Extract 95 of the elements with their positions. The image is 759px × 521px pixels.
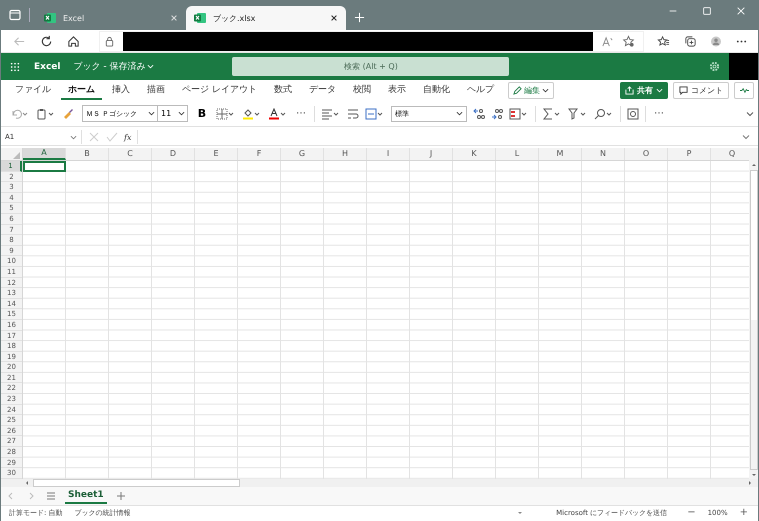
- caret-icon: [178, 110, 185, 117]
- ribbon-tab[interactable]: ヘルプ: [460, 81, 501, 100]
- column-header[interactable]: B: [66, 148, 109, 160]
- column-header[interactable]: D: [152, 148, 195, 160]
- ribbon-tab[interactable]: ファイル: [8, 81, 58, 100]
- caret-icon: [656, 87, 663, 94]
- home-icon[interactable]: [67, 34, 80, 48]
- caret-icon: [147, 63, 154, 70]
- spreadsheet-icon: [44, 12, 56, 24]
- activity-button[interactable]: [734, 82, 754, 99]
- decrease-decimal-icon[interactable]: [491, 108, 503, 120]
- ribbon-tab[interactable]: 数式: [266, 81, 299, 100]
- lock-icon: [104, 36, 115, 46]
- favorites-icon[interactable]: [657, 34, 670, 48]
- spreadsheet-icon: [194, 12, 206, 24]
- column-header[interactable]: F: [238, 148, 281, 160]
- borders-icon[interactable]: [216, 108, 236, 120]
- pencil-icon: [512, 86, 522, 95]
- selected-cell[interactable]: [23, 161, 66, 172]
- column-header[interactable]: N: [582, 148, 625, 160]
- conditional-format-icon[interactable]: [509, 108, 529, 120]
- font-size-select[interactable]: 11: [158, 105, 188, 122]
- sort-filter-icon[interactable]: [568, 108, 588, 120]
- star-add-icon[interactable]: [622, 34, 635, 48]
- pulse-icon: [740, 86, 748, 95]
- ribbon-tab[interactable]: 描画: [140, 81, 172, 100]
- read-aloud-icon[interactable]: [601, 34, 614, 48]
- font-color-icon[interactable]: [268, 108, 288, 120]
- ribbon-tab[interactable]: 挿入: [105, 81, 137, 100]
- format-painter-icon[interactable]: [62, 108, 74, 120]
- column-header[interactable]: M: [539, 148, 582, 160]
- settings-icon[interactable]: [709, 61, 720, 72]
- insert-function-button[interactable]: fx: [124, 132, 132, 142]
- app-name[interactable]: Excel: [34, 62, 60, 72]
- comment-icon: [679, 86, 688, 95]
- ribbon-tab[interactable]: データ: [302, 81, 343, 100]
- align-icon[interactable]: [321, 108, 341, 120]
- column-header[interactable]: C: [109, 148, 152, 160]
- editing-mode-button[interactable]: 編集: [508, 82, 554, 99]
- horizontal-scrollbar[interactable]: [1, 479, 758, 487]
- caret-icon: [148, 110, 155, 117]
- caret-icon: [456, 110, 463, 117]
- add-sheet-icon[interactable]: [114, 490, 127, 502]
- ribbon-tab[interactable]: 校閲: [346, 81, 378, 100]
- ribbon-tab[interactable]: 表示: [380, 81, 413, 100]
- fill-color-icon[interactable]: [242, 108, 262, 120]
- share-button[interactable]: 共有: [620, 82, 668, 99]
- search-field[interactable]: 検索 (Alt + Q): [232, 57, 510, 76]
- browser-tab[interactable]: ブック.xlsx: [186, 6, 346, 30]
- increase-decimal-icon[interactable]: [473, 108, 485, 120]
- column-header[interactable]: H: [324, 148, 367, 160]
- search-icon[interactable]: [594, 108, 614, 120]
- ribbon-tab[interactable]: 自動化: [416, 81, 457, 100]
- more-options-button[interactable]: ⋯: [652, 108, 666, 119]
- column-header[interactable]: O: [625, 148, 668, 160]
- bold-button[interactable]: B: [194, 107, 210, 120]
- cell-grid[interactable]: [23, 161, 749, 479]
- vertical-scrollbar[interactable]: [749, 148, 758, 479]
- ribbon-tab[interactable]: ページ レイアウト: [175, 81, 264, 100]
- column-header[interactable]: G: [281, 148, 324, 160]
- merge-cells-icon[interactable]: [365, 108, 385, 120]
- redacted-area: [729, 53, 758, 80]
- analyze-data-icon[interactable]: [627, 108, 639, 120]
- new-tab-icon[interactable]: [354, 12, 365, 23]
- zoom-out-button[interactable]: −: [687, 506, 696, 518]
- ribbon-tab[interactable]: ホーム: [61, 81, 102, 100]
- expand-formula-bar-icon[interactable]: [742, 133, 750, 141]
- zoom-in-button[interactable]: +: [740, 506, 748, 518]
- collections-icon[interactable]: [684, 34, 697, 48]
- column-header[interactable]: I: [367, 148, 410, 160]
- undo-icon[interactable]: [10, 108, 30, 120]
- comments-button[interactable]: コメント: [673, 82, 729, 99]
- column-header[interactable]: K: [453, 148, 496, 160]
- refresh-icon[interactable]: [40, 34, 53, 48]
- column-header[interactable]: J: [410, 148, 453, 160]
- wrap-text-icon[interactable]: [347, 108, 359, 120]
- profile-avatar-icon[interactable]: [711, 34, 721, 48]
- column-header[interactable]: E: [195, 148, 238, 160]
- column-header[interactable]: P: [668, 148, 711, 160]
- maximize-icon[interactable]: [702, 6, 712, 16]
- app-launcher-icon[interactable]: [10, 62, 20, 72]
- close-icon[interactable]: [330, 14, 338, 22]
- sum-icon[interactable]: [542, 108, 562, 120]
- more-options-button[interactable]: ⋯: [294, 108, 308, 119]
- tab-actions-icon[interactable]: [9, 9, 21, 21]
- browser-tab[interactable]: Excel: [36, 6, 186, 30]
- paste-icon[interactable]: [36, 108, 56, 120]
- share-icon: [625, 86, 634, 95]
- caret-icon: [542, 87, 549, 94]
- caret-icon: [70, 134, 77, 140]
- column-header[interactable]: L: [496, 148, 539, 160]
- all-sheets-menu-icon[interactable]: [45, 490, 57, 502]
- document-title-button[interactable]: ブック - 保存済み: [73, 60, 154, 73]
- expand-ribbon-icon[interactable]: [746, 110, 754, 118]
- column-header[interactable]: A: [23, 148, 66, 160]
